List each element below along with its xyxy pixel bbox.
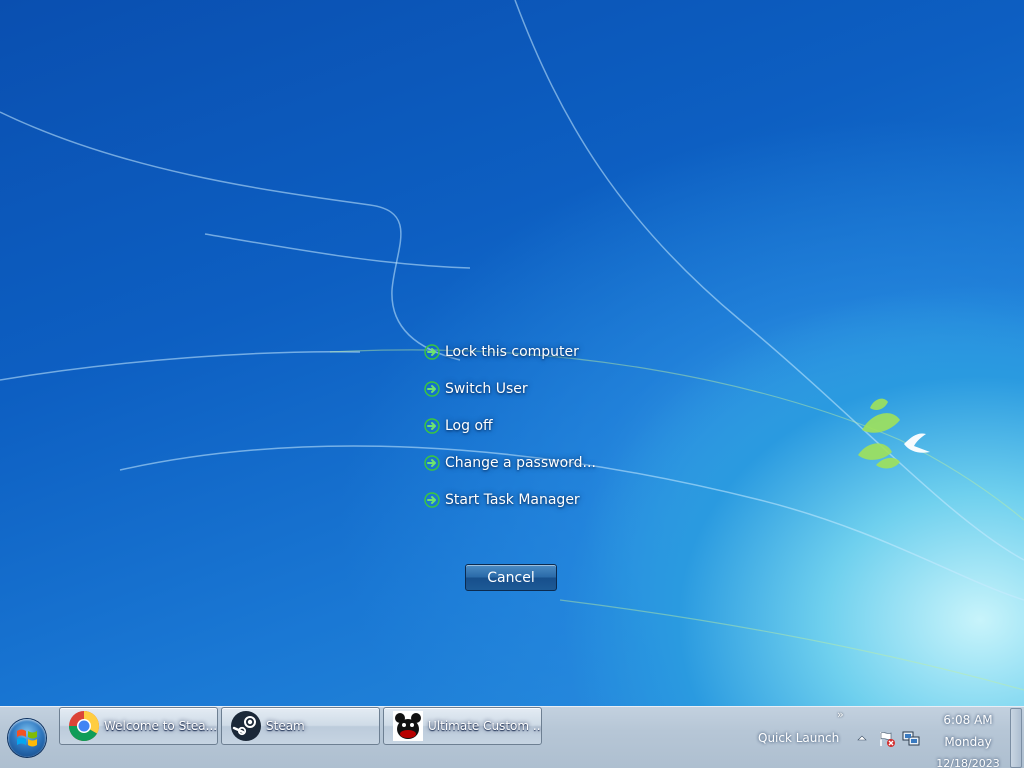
steam-icon bbox=[231, 711, 261, 741]
taskbar-item-label: Welcome to Stea... bbox=[104, 719, 218, 733]
quick-launch-toolbar[interactable]: Quick Launch bbox=[758, 731, 839, 745]
arrow-right-icon bbox=[424, 492, 440, 508]
start-button[interactable] bbox=[8, 719, 46, 757]
taskbar-item-chrome[interactable]: Welcome to Stea... bbox=[59, 707, 218, 745]
clock-date: 12/18/2023 bbox=[936, 757, 1000, 768]
ucn-icon bbox=[393, 711, 423, 741]
security-options-menu: Lock this computer Switch User Log off C… bbox=[424, 340, 684, 525]
quick-launch-chevron-icon[interactable]: » bbox=[837, 708, 844, 721]
log-off-option[interactable]: Log off bbox=[424, 414, 684, 438]
change-password-label: Change a password... bbox=[445, 455, 596, 471]
show-hidden-icons-icon[interactable] bbox=[856, 732, 868, 744]
taskbar-item-label: Steam bbox=[266, 719, 305, 733]
windows-logo-icon bbox=[17, 729, 37, 747]
system-clock[interactable]: 6:08 AM Monday 12/18/2023 bbox=[930, 709, 1006, 768]
change-password-option[interactable]: Change a password... bbox=[424, 451, 684, 475]
taskbar: Welcome to Stea... Steam Ultimate Custom… bbox=[0, 706, 1024, 768]
chrome-icon bbox=[69, 711, 100, 742]
network-icon[interactable] bbox=[902, 730, 920, 748]
start-task-manager-label: Start Task Manager bbox=[445, 492, 580, 508]
clock-day: Monday bbox=[944, 735, 992, 749]
taskbar-item-ucn[interactable]: Ultimate Custom ... bbox=[383, 707, 542, 745]
show-desktop-button[interactable] bbox=[1010, 708, 1022, 768]
taskbar-item-label: Ultimate Custom ... bbox=[428, 719, 542, 733]
lock-computer-label: Lock this computer bbox=[445, 344, 579, 360]
lock-computer-option[interactable]: Lock this computer bbox=[424, 340, 684, 364]
bird bbox=[904, 433, 930, 453]
switch-user-option[interactable]: Switch User bbox=[424, 377, 684, 401]
desktop-screen: Lock this computer Switch User Log off C… bbox=[0, 0, 1024, 768]
start-task-manager-option[interactable]: Start Task Manager bbox=[424, 488, 684, 512]
arrow-right-icon bbox=[424, 381, 440, 397]
clock-time: 6:08 AM bbox=[943, 713, 993, 727]
arrow-right-icon bbox=[424, 344, 440, 360]
cancel-button[interactable]: Cancel bbox=[465, 564, 557, 591]
log-off-label: Log off bbox=[445, 418, 493, 434]
action-center-flag-icon[interactable] bbox=[878, 730, 896, 748]
switch-user-label: Switch User bbox=[445, 381, 528, 397]
taskbar-item-steam[interactable]: Steam bbox=[221, 707, 380, 745]
arrow-right-icon bbox=[424, 455, 440, 471]
arrow-right-icon bbox=[424, 418, 440, 434]
